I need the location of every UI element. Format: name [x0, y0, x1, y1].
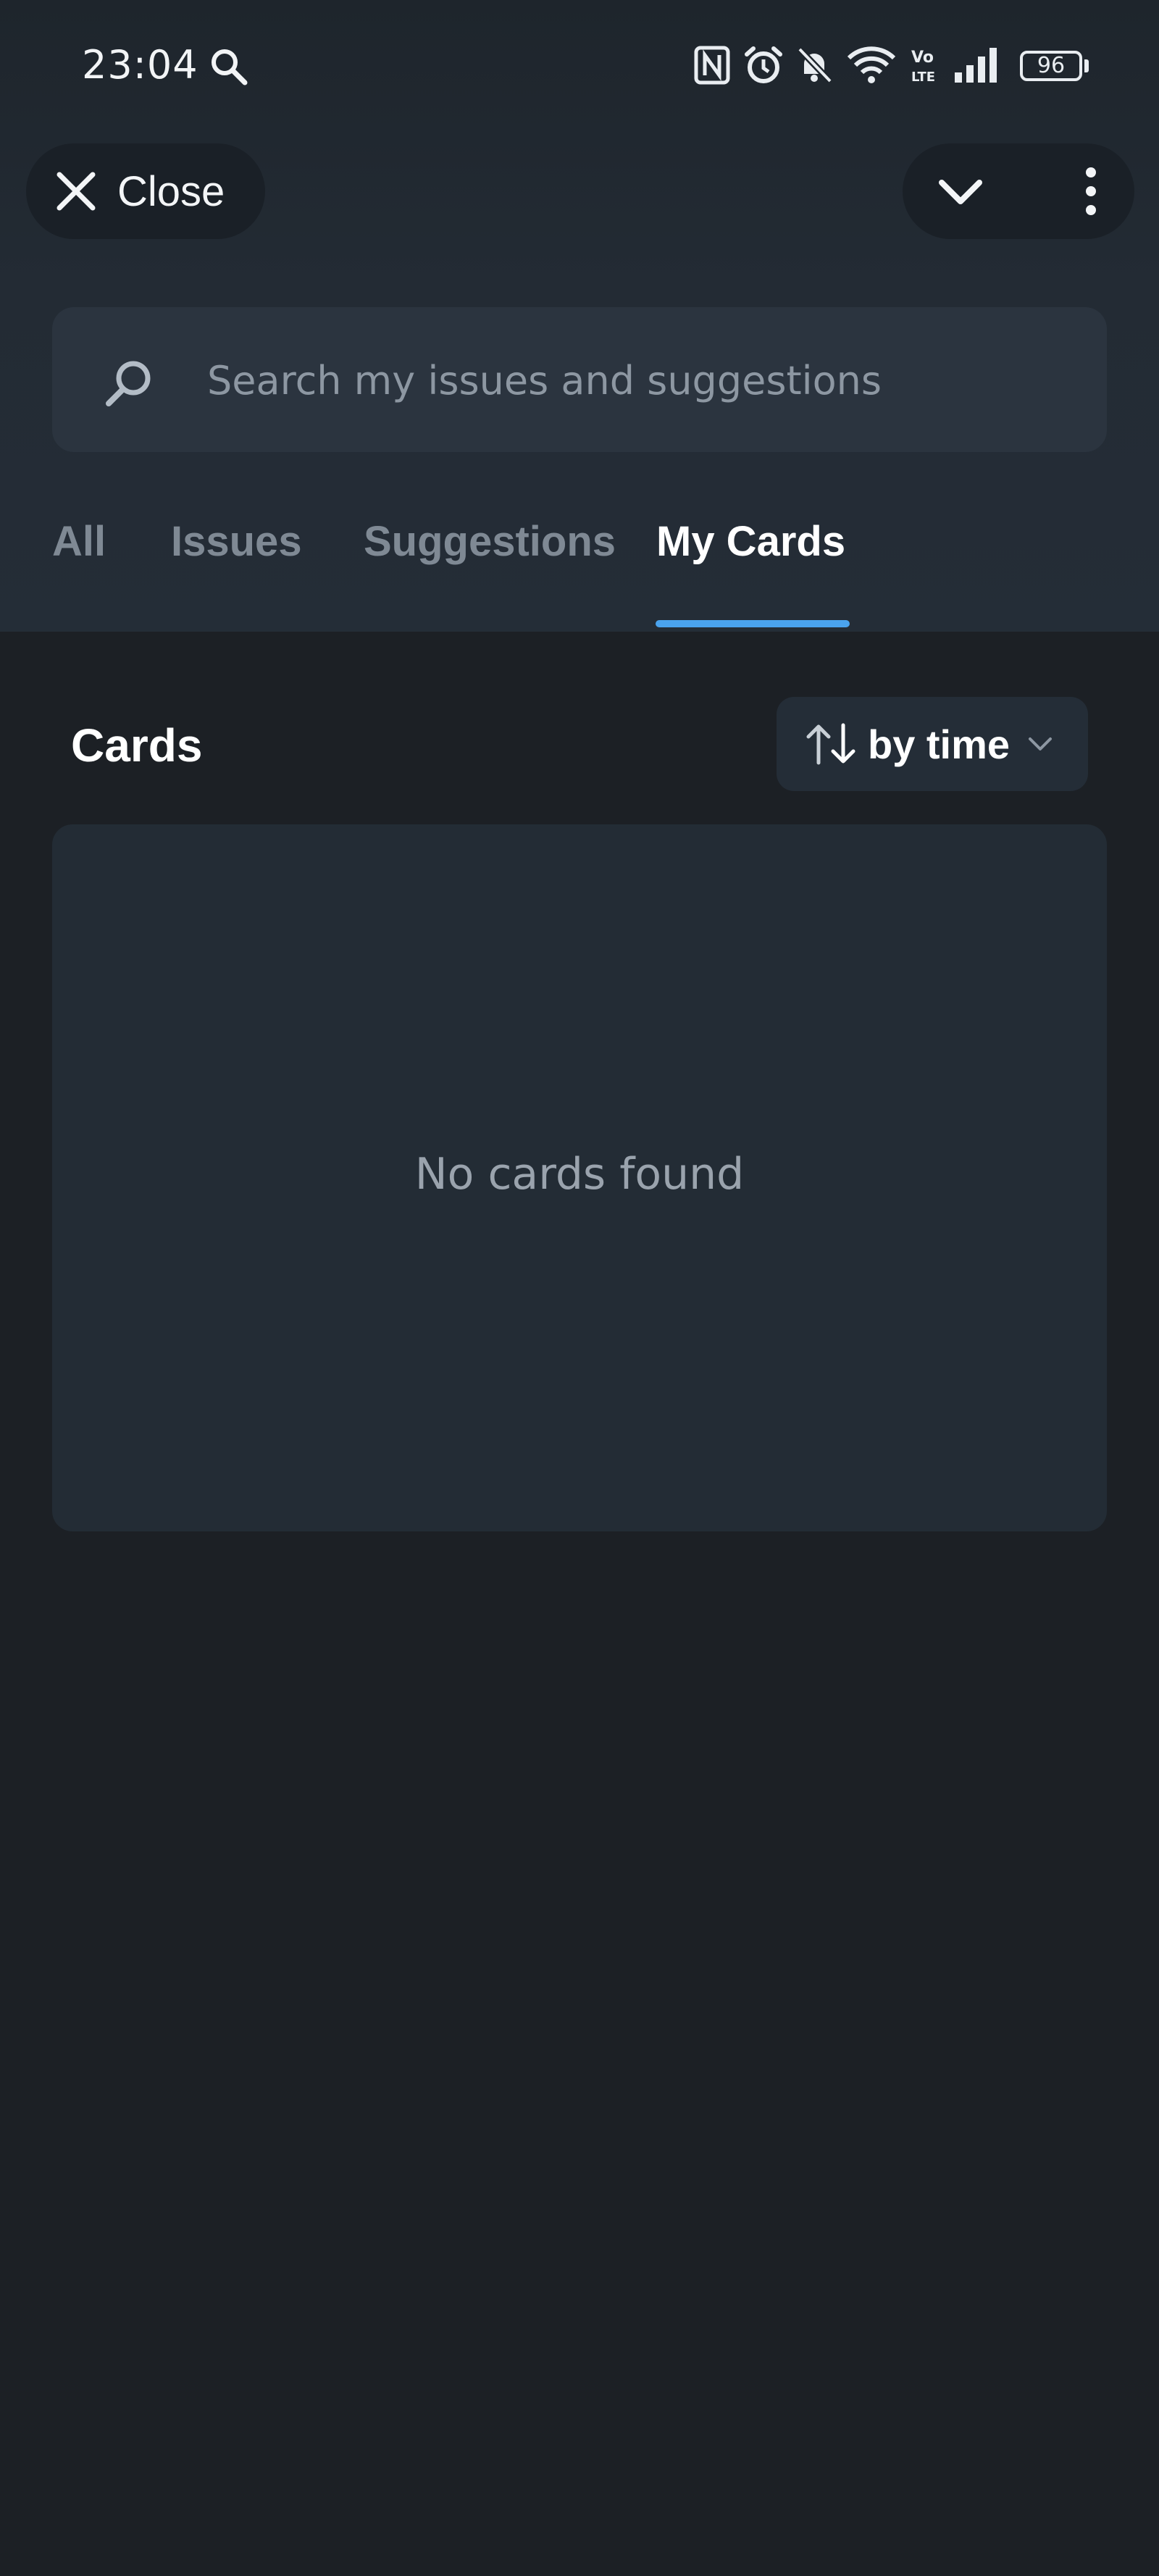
status-time: 23:04 — [82, 42, 198, 88]
search-box[interactable] — [52, 307, 1107, 453]
svg-text:Vo: Vo — [911, 49, 934, 67]
search-icon — [212, 49, 248, 85]
chevron-down-icon — [1029, 737, 1053, 750]
header-actions — [903, 143, 1134, 239]
battery-level: 96 — [1037, 53, 1066, 78]
tab-bar: All Issues Suggestions My Cards — [0, 507, 1159, 632]
cards-panel: No cards found — [52, 824, 1107, 1531]
sort-button[interactable]: by time — [777, 697, 1088, 791]
tab-suggestions[interactable]: Suggestions — [364, 517, 616, 566]
signal-icon — [955, 48, 997, 83]
tab-all[interactable]: All — [52, 517, 106, 566]
empty-state-message: No cards found — [414, 1149, 745, 1200]
battery-tip — [1084, 59, 1089, 72]
active-tab-indicator — [656, 620, 850, 627]
status-bar: 23:04 Vo LTE 96 — [0, 0, 1159, 138]
close-button[interactable]: Close — [26, 143, 265, 239]
close-label: Close — [117, 167, 225, 215]
sort-label: by time — [868, 721, 1011, 767]
tab-my-cards[interactable]: My Cards — [656, 517, 845, 566]
battery-icon: 96 — [1020, 51, 1082, 81]
svg-text:LTE: LTE — [911, 70, 935, 85]
more-vertical-icon[interactable] — [1062, 162, 1120, 220]
search-icon — [106, 361, 151, 406]
alarm-icon — [745, 46, 782, 83]
nfc-icon — [694, 46, 730, 85]
sort-icon — [806, 723, 855, 765]
volte-icon: Vo LTE — [911, 49, 935, 85]
section-title: Cards — [71, 719, 203, 771]
mute-bell-icon — [797, 46, 833, 84]
wifi-icon — [847, 46, 896, 83]
tab-issues[interactable]: Issues — [171, 517, 302, 566]
chevron-down-icon[interactable] — [932, 162, 989, 220]
close-icon — [57, 172, 96, 211]
search-input[interactable] — [206, 307, 1078, 453]
